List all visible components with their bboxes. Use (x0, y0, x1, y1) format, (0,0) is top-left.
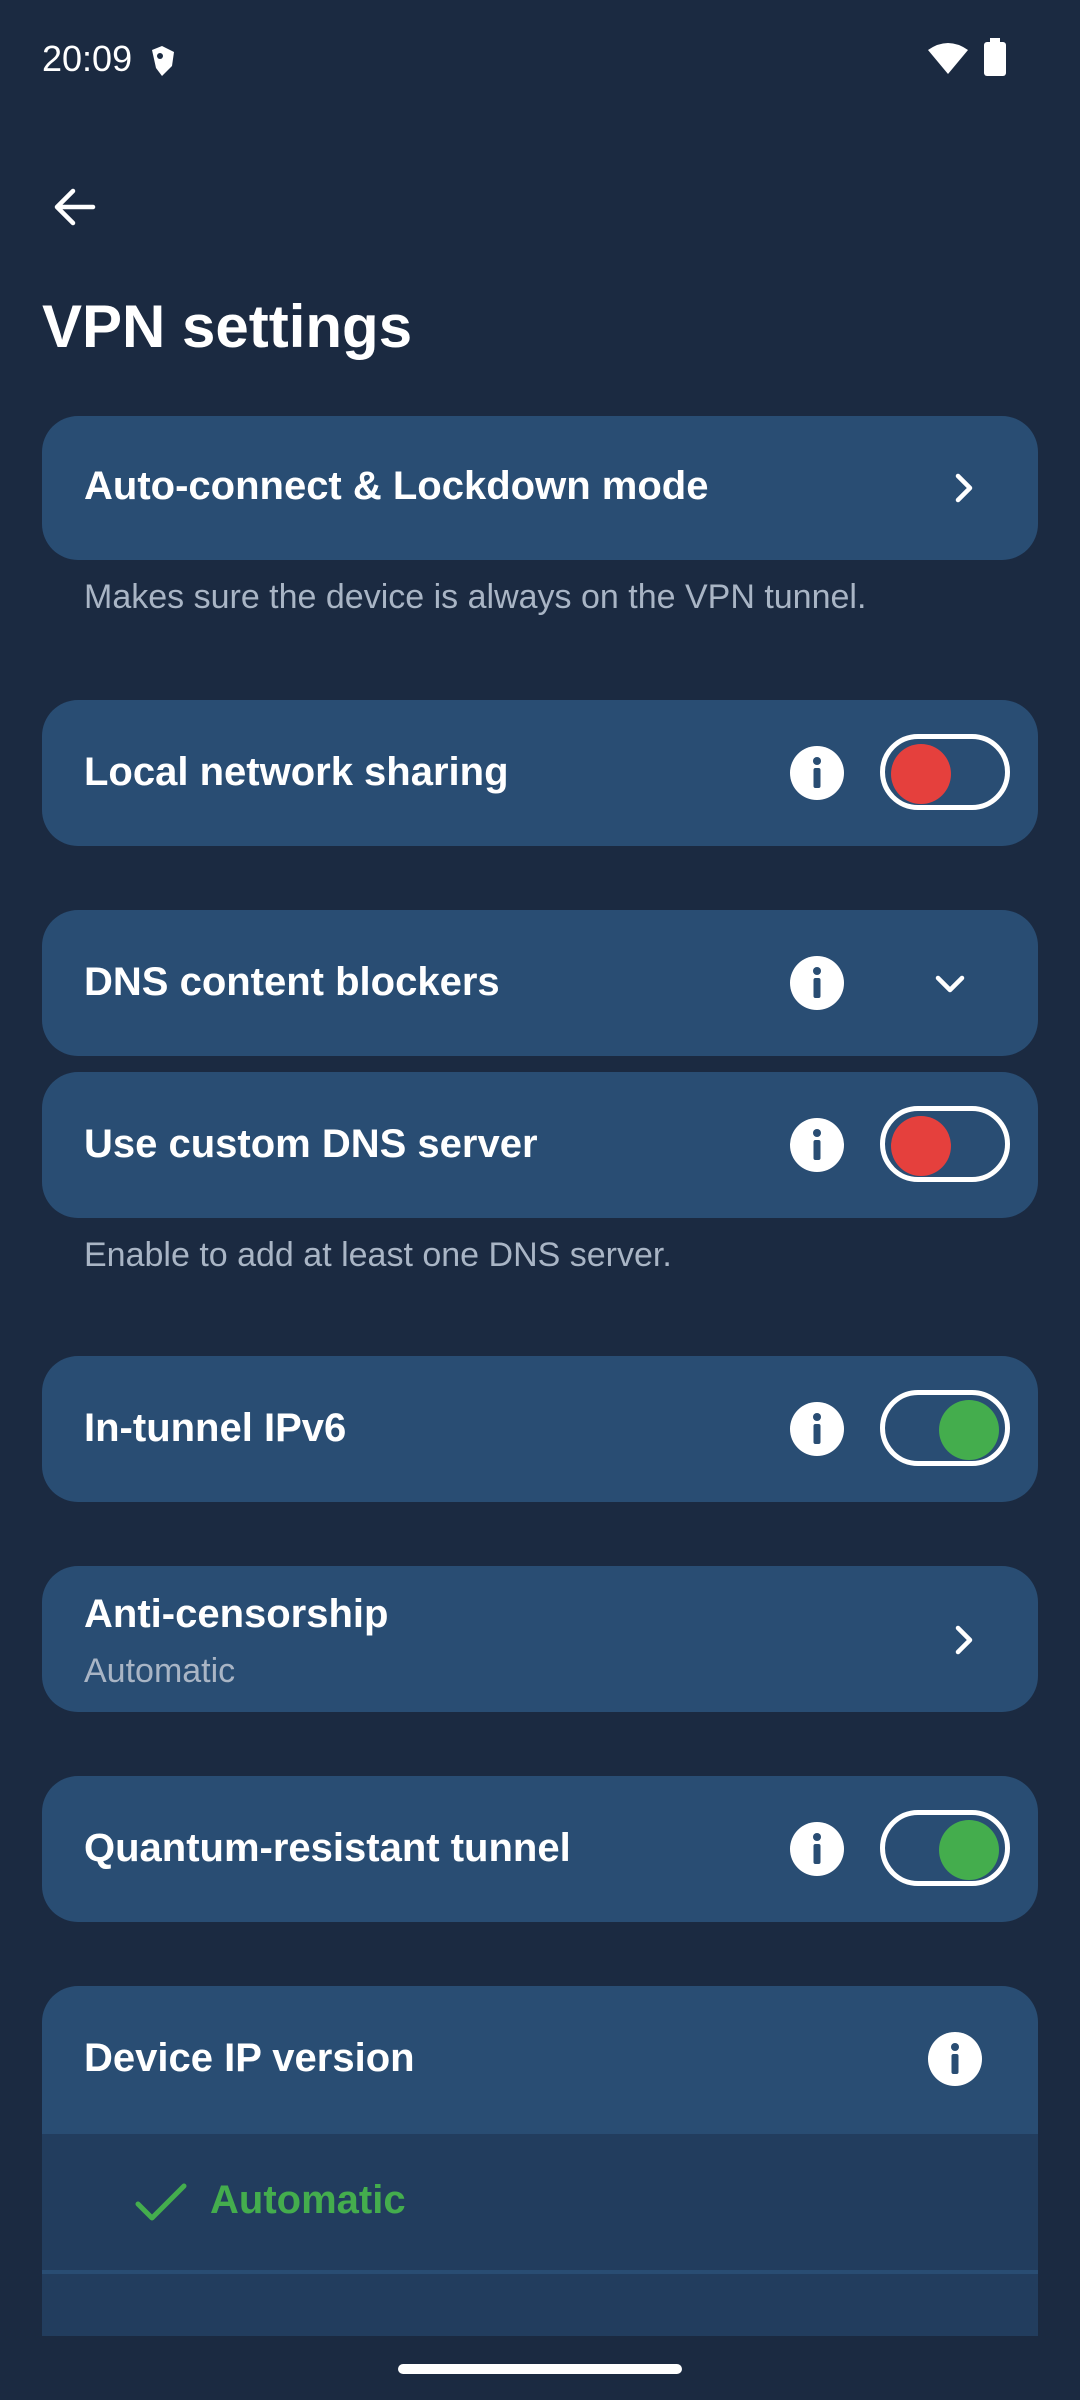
info-icon[interactable] (790, 1402, 844, 1456)
local-network-sharing-label: Local network sharing (84, 750, 509, 794)
arrow-left-icon (54, 188, 96, 226)
anti-censorship-row[interactable]: Anti-censorship Automatic (42, 1566, 1038, 1712)
page-title: VPN settings (42, 293, 413, 360)
device-ip-option-label: Automatic (210, 2178, 406, 2222)
toggle-knob (891, 744, 951, 804)
toggle-knob (939, 1820, 999, 1880)
back-button[interactable] (40, 172, 110, 242)
custom-dns-toggle[interactable] (880, 1106, 1010, 1182)
chevron-down-icon[interactable] (930, 964, 970, 1004)
device-ip-version-section: Device IP version Automatic (42, 1986, 1038, 2336)
chevron-right-icon (955, 473, 973, 503)
check-icon (135, 2183, 187, 2221)
status-bar: 20:09 (0, 0, 1080, 120)
info-icon[interactable] (790, 1118, 844, 1172)
custom-dns-row: Use custom DNS server (42, 1072, 1038, 1218)
info-icon[interactable] (790, 956, 844, 1010)
quantum-resistant-row: Quantum-resistant tunnel (42, 1776, 1038, 1922)
device-ip-option-next[interactable] (42, 2274, 1038, 2336)
status-time: 20:09 (42, 38, 133, 79)
home-indicator[interactable] (398, 2364, 682, 2374)
toggle-knob (939, 1400, 999, 1460)
device-ip-version-header: Device IP version (42, 1986, 1038, 2132)
custom-dns-label: Use custom DNS server (84, 1122, 538, 1166)
dns-content-blockers-label: DNS content blockers (84, 960, 500, 1004)
toggle-knob (891, 1116, 951, 1176)
info-icon[interactable] (790, 1822, 844, 1876)
auto-connect-label: Auto-connect & Lockdown mode (84, 464, 709, 508)
dns-content-blockers-row[interactable]: DNS content blockers (42, 910, 1038, 1056)
wifi-icon (928, 43, 968, 74)
local-network-sharing-row: Local network sharing (42, 700, 1038, 846)
in-tunnel-ipv6-label: In-tunnel IPv6 (84, 1406, 347, 1450)
anti-censorship-label: Anti-censorship (84, 1592, 389, 1636)
anti-censorship-value: Automatic (84, 1652, 236, 1690)
battery-icon (984, 38, 1006, 76)
local-network-sharing-toggle[interactable] (880, 734, 1010, 810)
in-tunnel-ipv6-row: In-tunnel IPv6 (42, 1356, 1038, 1502)
auto-connect-row[interactable]: Auto-connect & Lockdown mode (42, 416, 1038, 560)
device-ip-option-automatic[interactable]: Automatic (42, 2134, 1038, 2270)
auto-connect-helper: Makes sure the device is always on the V… (84, 578, 867, 616)
info-icon[interactable] (928, 2032, 982, 2086)
in-tunnel-ipv6-toggle[interactable] (880, 1390, 1010, 1466)
quantum-resistant-toggle[interactable] (880, 1810, 1010, 1886)
device-ip-version-label: Device IP version (84, 2036, 415, 2080)
quantum-resistant-label: Quantum-resistant tunnel (84, 1826, 571, 1870)
info-icon[interactable] (790, 746, 844, 800)
chevron-right-icon (955, 1625, 973, 1655)
custom-dns-helper: Enable to add at least one DNS server. (84, 1236, 672, 1274)
shield-notification-icon (152, 46, 174, 76)
